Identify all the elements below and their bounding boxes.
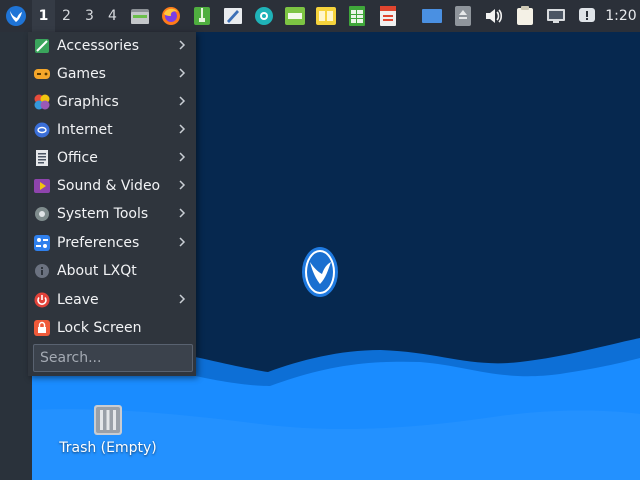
menu-item-label: Office [57,150,98,166]
menu-item-label: Accessories [57,38,140,54]
show-desktop-button[interactable] [416,0,447,32]
menu-item-graphics[interactable]: Graphics [28,88,196,116]
menu-item-preferences[interactable]: Preferences [28,229,196,257]
spreadsheet-icon [348,6,365,26]
trash-label: Trash (Empty) [59,440,157,456]
menu-item-about-lxqt[interactable]: About LXQt [28,257,196,285]
settings-gear-icon [254,7,273,25]
menu-item-label: Preferences [57,235,140,251]
menu-item-leave[interactable]: Leave [28,286,196,314]
clock[interactable]: 1:20 [602,0,640,32]
desktop-switch-1[interactable]: 1 [32,0,55,32]
menu-item-system-tools[interactable]: System Tools [28,200,196,228]
trash-desktop-icon[interactable]: Trash (Empty) [56,404,160,456]
gamepad-icon [34,69,50,79]
graphics-icon [34,94,50,110]
menu-item-label: System Tools [57,206,149,222]
desktop-switch-4[interactable]: 4 [101,0,124,32]
preferences-icon [34,235,50,251]
menu-item-office[interactable]: Office [28,144,196,172]
volume-icon [485,9,502,23]
show-desktop-icon [421,9,442,23]
clipboard-button[interactable] [509,0,540,32]
launcher-mahjong[interactable] [310,0,341,32]
notification-icon [578,8,595,22]
menu-search-input[interactable] [33,344,193,372]
clipboard-icon [516,6,533,25]
internet-globe-icon [34,122,50,138]
chevron-right-icon [179,152,186,162]
chevron-right-icon [179,124,186,134]
taskbar: 1 2 3 4 1:20 [0,0,640,32]
launcher-firefox[interactable] [155,0,186,32]
network-button[interactable] [540,0,571,32]
network-icon [546,9,565,23]
chevron-right-icon [179,68,186,78]
chevron-right-icon [179,96,186,106]
desktop-switch-2[interactable]: 2 [55,0,78,32]
launcher-text-editor[interactable] [217,0,248,32]
menu-item-label: Lock Screen [57,320,142,336]
file-manager-icon [130,9,149,24]
text-editor-icon [223,8,242,24]
archive-manager-icon [193,7,210,25]
usb-drive-icon [454,6,471,26]
menu-item-accessories[interactable]: Accessories [28,32,196,60]
menu-item-label: Sound & Video [57,178,161,194]
desktop-switch-3[interactable]: 3 [78,0,101,32]
menu-item-internet[interactable]: Internet [28,116,196,144]
application-menu: Accessories Games Graphics Internet Offi… [28,32,196,376]
launcher-document-viewer[interactable] [372,0,403,32]
start-menu-button[interactable] [0,0,32,32]
chevron-right-icon [179,40,186,50]
power-icon [34,292,50,308]
menu-item-label: Internet [57,122,113,138]
chevron-right-icon [179,208,186,218]
office-document-icon [36,150,48,166]
document-viewer-icon [379,6,396,26]
menu-search-container [33,344,193,372]
trash-bin-icon [94,405,122,435]
menu-item-label: Graphics [57,94,119,110]
launcher-spreadsheet[interactable] [341,0,372,32]
menu-item-label: Games [57,66,106,82]
volume-button[interactable] [478,0,509,32]
menu-item-lock-screen[interactable]: Lock Screen [28,314,196,342]
firefox-icon [161,7,180,25]
lxqt-bird-icon [6,6,26,26]
info-icon [35,264,49,278]
menu-item-label: Leave [57,292,99,308]
game-2048-icon [284,7,305,25]
multimedia-icon [34,179,50,193]
launcher-settings[interactable] [248,0,279,32]
chevron-right-icon [179,180,186,190]
wallpaper-lxqt-logo-icon [302,247,338,297]
launcher-2048[interactable] [279,0,310,32]
menu-item-games[interactable]: Games [28,60,196,88]
accessories-icon [35,39,49,53]
launcher-archive-manager[interactable] [186,0,217,32]
lock-icon [34,320,50,336]
system-tools-gear-icon [35,207,49,221]
menu-item-sound-video[interactable]: Sound & Video [28,172,196,200]
launcher-file-manager[interactable] [124,0,155,32]
chevron-right-icon [179,237,186,247]
usb-drive-button[interactable] [447,0,478,32]
notification-button[interactable] [571,0,602,32]
chevron-right-icon [179,294,186,304]
game-mahjong-icon [315,7,336,25]
menu-item-label: About LXQt [57,263,137,279]
